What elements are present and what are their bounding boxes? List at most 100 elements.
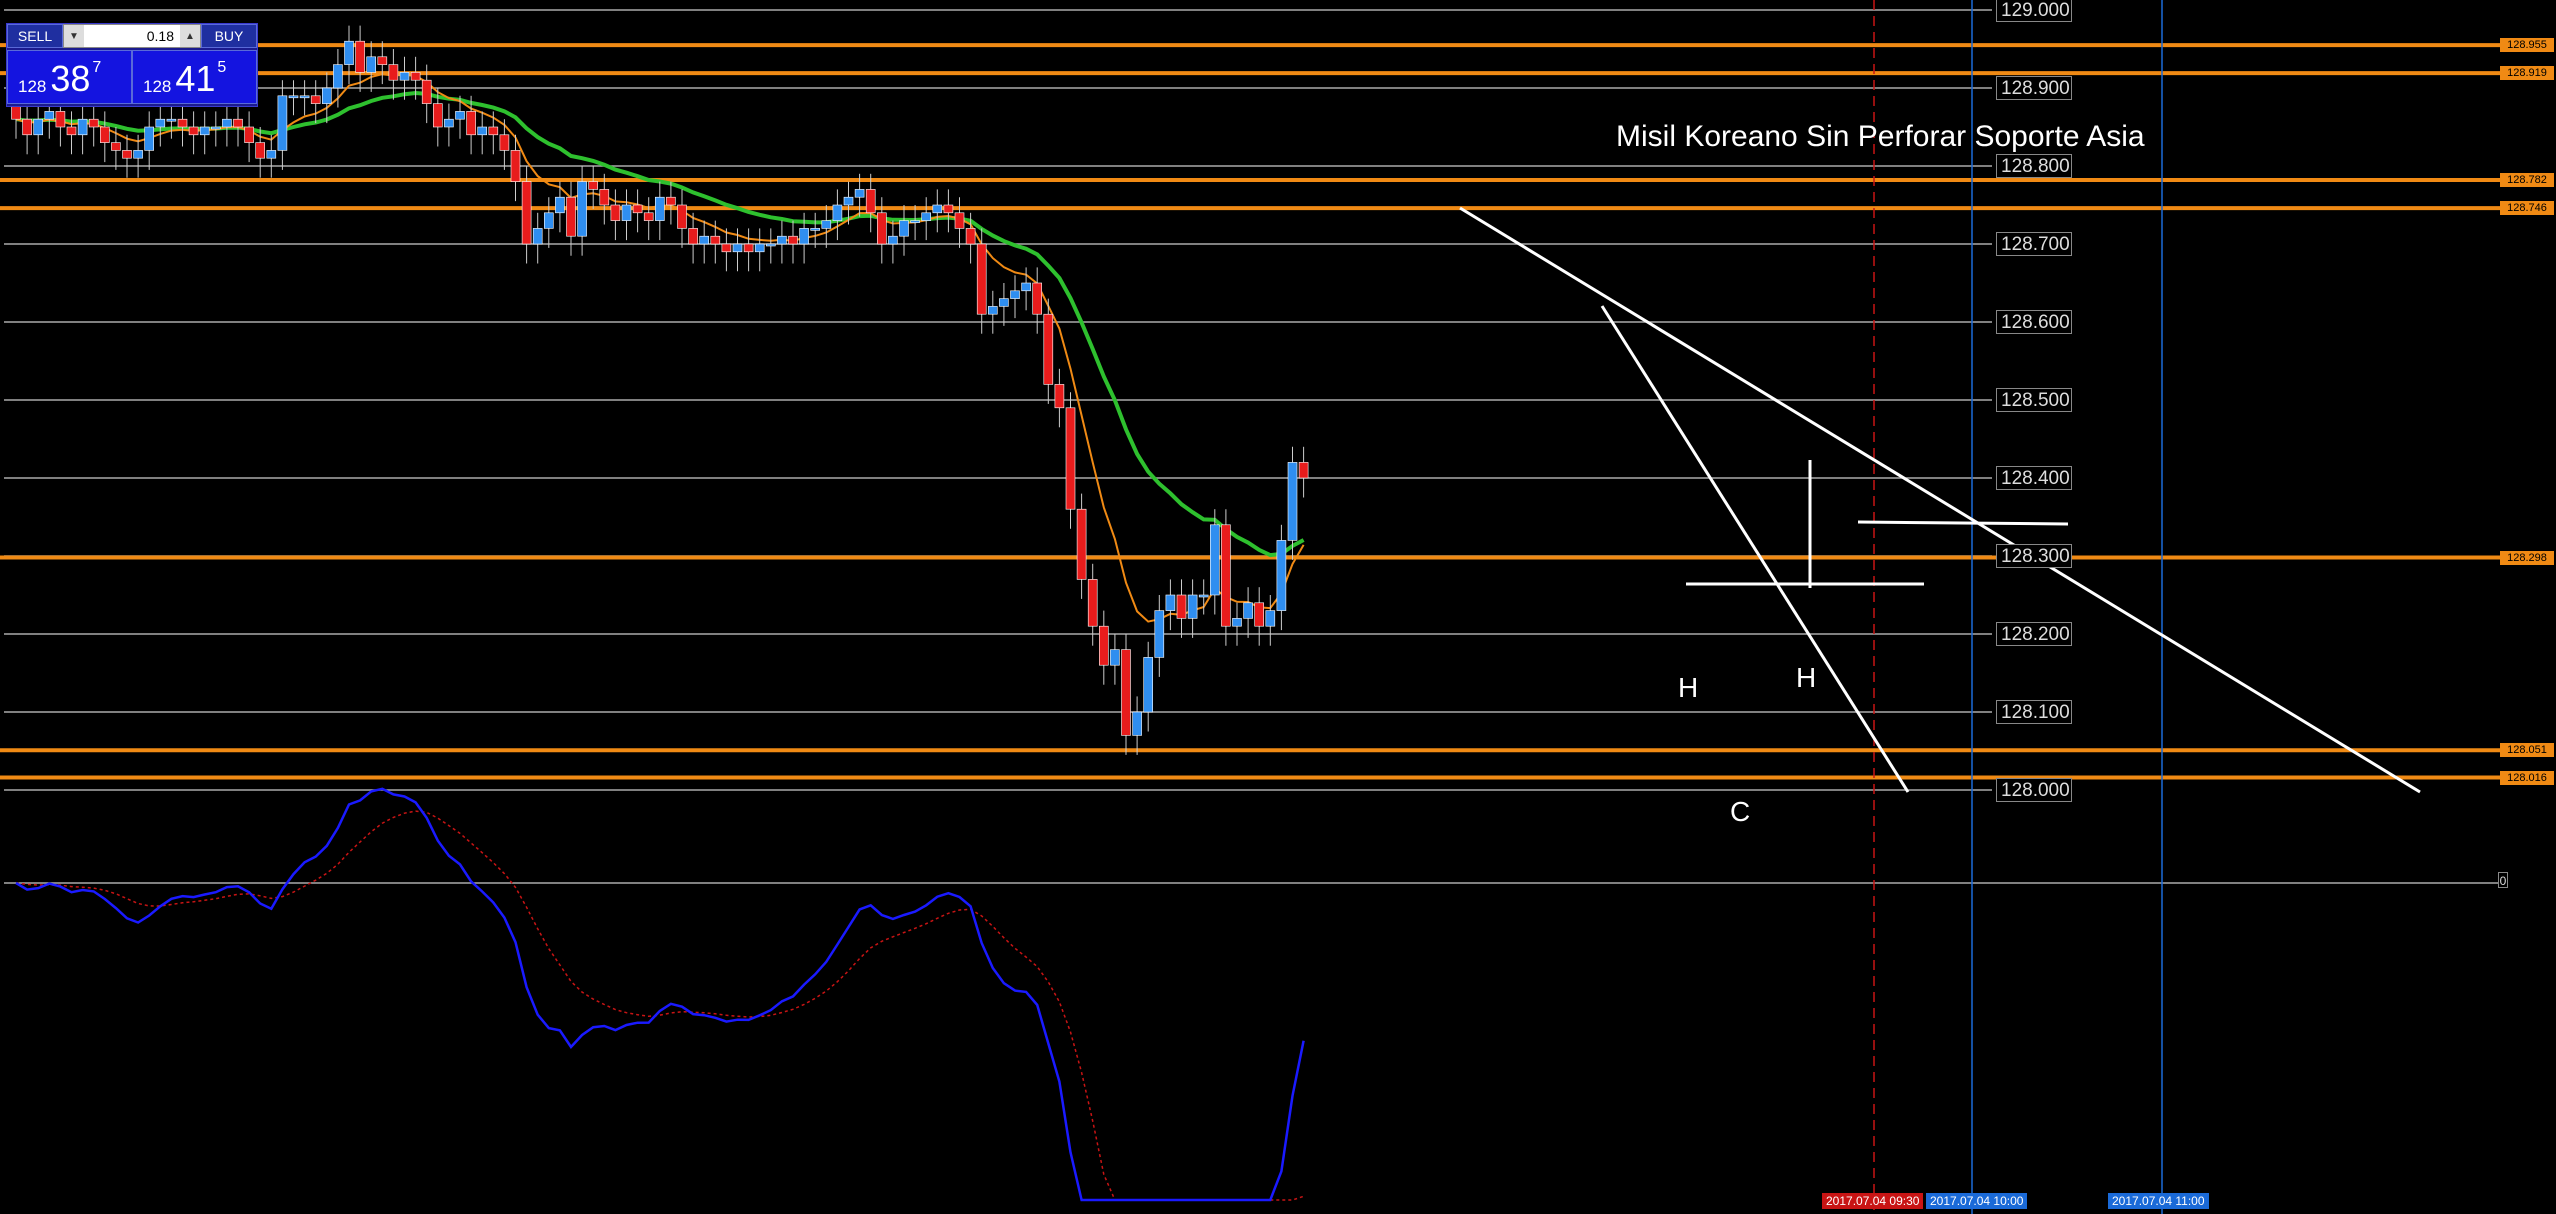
level-tag: 128.298 <box>2500 550 2554 565</box>
price-axis-label: 128.600 <box>1996 310 2072 334</box>
candle-body <box>122 150 132 159</box>
candle-body <box>100 126 110 143</box>
candle-body <box>321 87 332 104</box>
price-axis-label: 128.900 <box>1996 76 2072 100</box>
candle-body <box>777 235 787 245</box>
price-axis-label: 128.800 <box>1996 154 2072 178</box>
time-label-red: 2017.07.04 09:30 <box>1822 1193 1924 1209</box>
candle-body <box>1265 610 1276 627</box>
candle-body <box>1143 657 1153 713</box>
candle-body <box>466 111 476 136</box>
buy-price[interactable]: 128 41 5 <box>132 50 257 104</box>
candle-body <box>888 235 898 245</box>
trend-line-descending <box>1459 206 2421 794</box>
candle-body <box>976 243 987 315</box>
chart-annotation-text[interactable]: Misil Koreano Sin Perforar Soporte Asia <box>1616 120 2145 154</box>
candle-body <box>388 64 399 81</box>
candle-body <box>199 126 210 136</box>
candle-body <box>532 228 543 245</box>
sell-price[interactable]: 128 38 7 <box>7 50 132 104</box>
candle-body <box>1210 524 1220 596</box>
upper-neckline <box>1857 520 2069 526</box>
candle-body <box>1221 524 1231 627</box>
candle-body <box>1243 602 1253 619</box>
candle-body <box>954 212 965 229</box>
candle-body <box>1121 649 1131 736</box>
candle-body <box>543 212 554 229</box>
sell-price-pip: 7 <box>92 59 102 76</box>
candle-body <box>211 126 221 130</box>
candle-body <box>277 95 288 151</box>
buy-button[interactable]: BUY <box>201 24 257 48</box>
price-axis-label: 128.000 <box>1996 778 2072 802</box>
time-markers[interactable] <box>1873 0 2163 1214</box>
candle-body <box>1010 290 1020 299</box>
candle-body <box>44 111 55 120</box>
candle-body <box>1165 594 1176 611</box>
head-label[interactable]: C <box>1730 796 1750 828</box>
time-label-blue-1: 2017.07.04 10:00 <box>1926 1193 2028 1209</box>
lot-decrease-icon[interactable]: ▼ <box>64 25 84 47</box>
candle-body <box>788 235 798 245</box>
candle-body <box>610 204 621 221</box>
candle-body <box>577 181 587 237</box>
candle-body <box>932 204 943 214</box>
candle-body <box>344 40 354 65</box>
moving-average-slow <box>15 90 1305 558</box>
sell-price-main: 38 <box>50 58 91 99</box>
candle-body <box>876 212 887 245</box>
moving-averages <box>15 73 1305 623</box>
price-axis-label: 128.500 <box>1996 388 2072 412</box>
candle-body <box>566 196 576 237</box>
lot-size-input[interactable]: ▼ 0.18 ▲ <box>63 24 201 48</box>
candle-body <box>333 64 343 89</box>
lot-increase-icon[interactable]: ▲ <box>180 25 200 47</box>
candle-body <box>310 95 321 104</box>
candle-body <box>688 228 698 245</box>
candle-body <box>1076 508 1087 580</box>
candle-body <box>555 196 565 214</box>
candle-body <box>1043 313 1054 385</box>
candle-body <box>166 118 177 122</box>
candle-body <box>1099 625 1109 666</box>
level-tag: 128.051 <box>2500 743 2554 758</box>
candle-body <box>899 220 909 237</box>
candle-body <box>133 150 143 159</box>
candle-body <box>643 212 654 221</box>
candle-body <box>144 126 154 151</box>
price-axis-label: 128.100 <box>1996 700 2072 724</box>
candle-body <box>1298 462 1309 479</box>
candle-body <box>588 181 599 190</box>
candle-body <box>865 189 876 214</box>
candle-body <box>1087 579 1098 627</box>
candle-body <box>88 118 99 128</box>
trend-lines[interactable] <box>1459 206 2421 794</box>
buy-price-prefix: 128 <box>143 77 172 96</box>
candle-body <box>832 204 843 221</box>
candle-body <box>377 56 388 65</box>
right-shoulder-label[interactable]: H <box>1796 662 1816 694</box>
indicator-panel <box>15 787 1305 1202</box>
level-tag: 128.782 <box>2500 173 2554 188</box>
candle-body <box>266 150 277 159</box>
price-axis-label: 128.200 <box>1996 622 2072 646</box>
candle-body <box>999 298 1009 307</box>
left-shoulder-label[interactable]: H <box>1678 672 1698 704</box>
candle-body <box>410 72 421 81</box>
candle-body <box>843 196 854 206</box>
lot-value[interactable]: 0.18 <box>84 28 180 44</box>
candle-body <box>1132 711 1142 736</box>
candle-body <box>699 235 710 245</box>
candle-body <box>721 243 732 253</box>
candle-body <box>499 134 510 151</box>
candle-body <box>910 220 920 223</box>
level-tag: 128.746 <box>2500 201 2554 216</box>
level-lines[interactable] <box>0 43 2500 780</box>
candle-body <box>55 111 66 128</box>
price-chart[interactable] <box>0 0 2556 1214</box>
candle-body <box>1176 594 1187 619</box>
candle-body <box>1232 618 1242 627</box>
candle-body <box>799 228 809 245</box>
sell-button[interactable]: SELL <box>7 24 63 48</box>
time-label-blue-2: 2017.07.04 11:00 <box>2108 1193 2209 1209</box>
